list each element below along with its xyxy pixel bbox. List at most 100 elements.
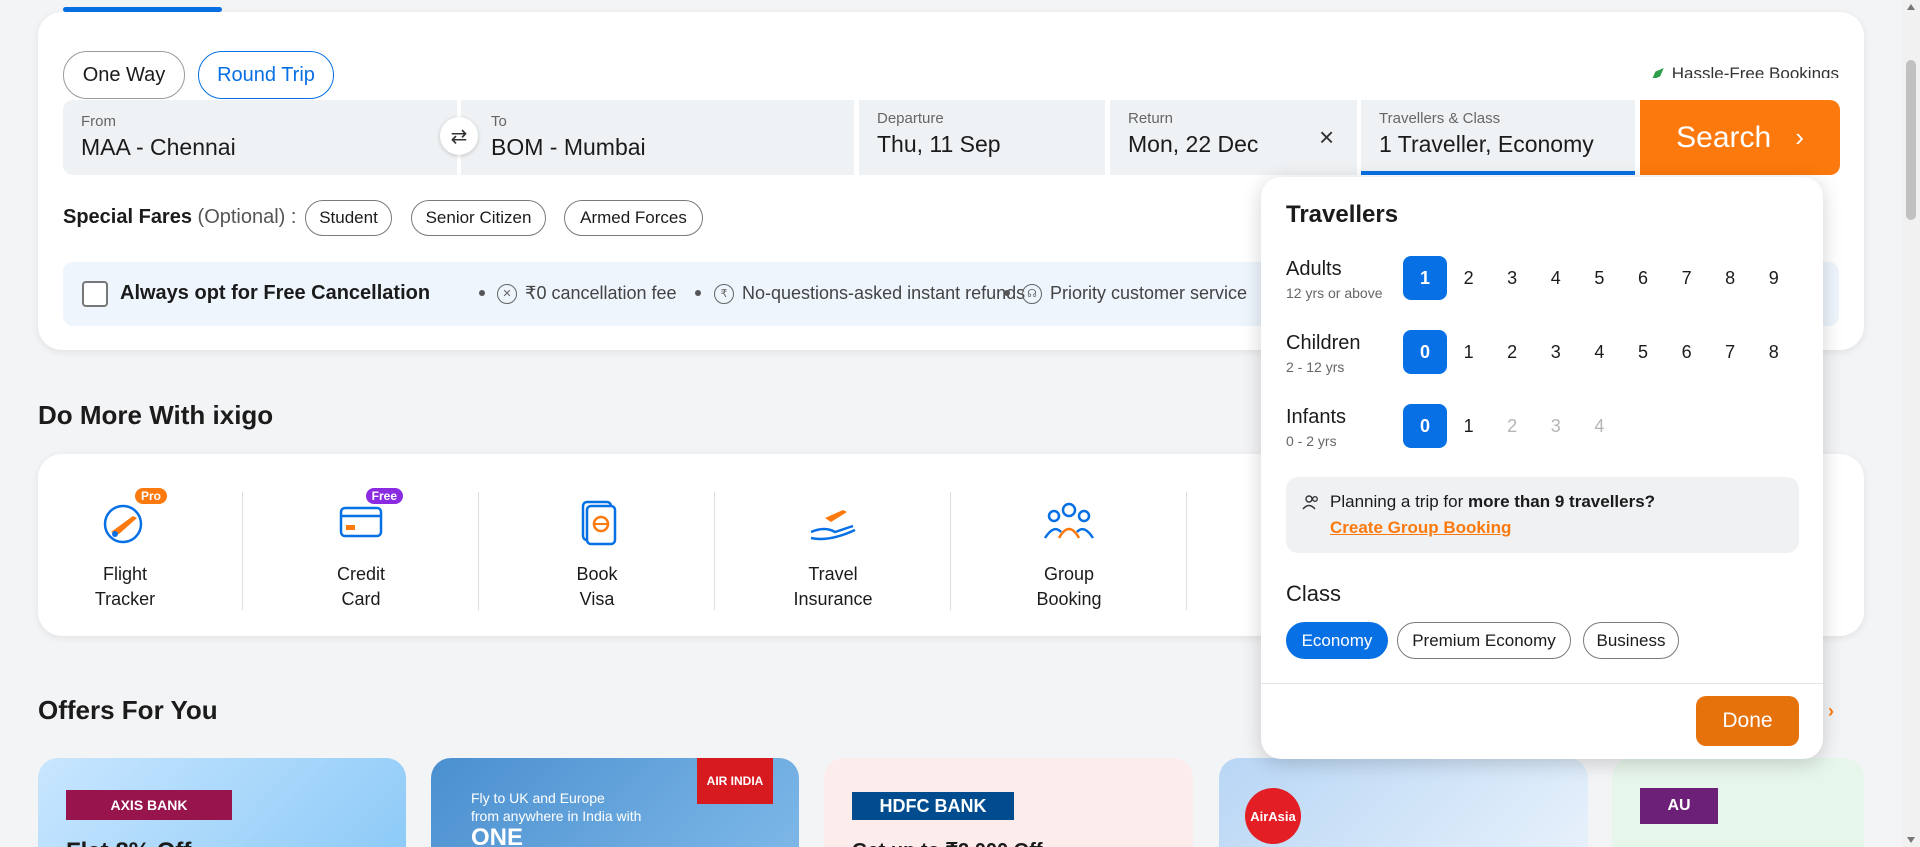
adults-option-7[interactable]: 7 (1665, 256, 1709, 300)
flight-tracker-item[interactable]: Pro Flight Tracker (45, 488, 205, 612)
dm-label-line1: Travel (808, 564, 858, 584)
group-text-prefix: Planning a trip for (1330, 492, 1468, 511)
book-visa-item[interactable]: Book Visa (517, 494, 677, 612)
leaf-icon (1651, 68, 1664, 78)
children-option-4[interactable]: 4 (1577, 330, 1621, 374)
infants-option-0[interactable]: 0 (1403, 404, 1447, 448)
scrollbar[interactable] (1902, 0, 1920, 847)
adults-option-9[interactable]: 9 (1752, 256, 1796, 300)
armed-forces-fare-chip[interactable]: Armed Forces (564, 200, 703, 236)
adults-option-6[interactable]: 6 (1621, 256, 1665, 300)
adults-option-4[interactable]: 4 (1534, 256, 1578, 300)
fc-item-fee: ✕ ₹0 cancellation fee (497, 283, 677, 304)
divider (1261, 683, 1823, 684)
clear-return-icon[interactable]: × (1319, 124, 1334, 150)
adults-option-8[interactable]: 8 (1708, 256, 1752, 300)
offer-card-hdfc[interactable]: HDFC BANK Get up to ₹2,000 Off (824, 758, 1193, 847)
children-option-1[interactable]: 1 (1447, 330, 1491, 374)
separator-dot (1004, 290, 1010, 296)
round-trip-button[interactable]: Round Trip (198, 51, 334, 99)
search-button[interactable]: Search › (1640, 100, 1840, 175)
chevron-right-icon: › (1828, 701, 1835, 721)
swap-icon[interactable]: ⇄ (440, 117, 478, 155)
adults-option-2[interactable]: 2 (1447, 256, 1491, 300)
departure-value[interactable]: Thu, 11 Sep (877, 131, 1001, 158)
dm-label-line2: Booking (1036, 589, 1102, 609)
offer-card-air-india[interactable]: AIR INDIA Fly to UK and Europe from anyw… (431, 758, 799, 847)
departure-label: Departure (877, 110, 944, 127)
scroll-up-arrow-icon[interactable] (1907, 4, 1915, 10)
special-fares-label: Special Fares (Optional) : (63, 206, 296, 229)
fc-item-refund: ₹ No-questions-asked instant refunds (714, 283, 1025, 304)
offer-text: Get up to ₹2,000 Off (852, 838, 1043, 847)
from-value[interactable]: MAA - Chennai (81, 134, 236, 161)
travellers-popup: Travellers Adults 12 yrs or above 123456… (1261, 177, 1823, 759)
scrollbar-thumb[interactable] (1906, 60, 1916, 220)
student-fare-chip[interactable]: Student (305, 200, 392, 236)
divider (478, 492, 479, 610)
adults-option-3[interactable]: 3 (1490, 256, 1534, 300)
return-value[interactable]: Mon, 22 Dec (1128, 131, 1258, 158)
group-booking-text: Planning a trip for more than 9 travelle… (1330, 492, 1655, 512)
flight-tracker-icon: Pro (97, 488, 167, 550)
travel-insurance-item[interactable]: Travel Insurance (753, 494, 913, 612)
to-field[interactable]: To BOM - Mumbai (461, 100, 854, 175)
children-option-8[interactable]: 8 (1752, 330, 1796, 374)
departure-field[interactable]: Departure Thu, 11 Sep (859, 100, 1105, 175)
free-cancellation-title: Always opt for Free Cancellation (120, 282, 431, 304)
fc-item-service: ☊ Priority customer service (1022, 283, 1247, 304)
to-value[interactable]: BOM - Mumbai (491, 134, 646, 161)
offer-card-axis[interactable]: AXIS BANK Flat 8% Off (38, 758, 406, 847)
infants-option-3: 3 (1550, 415, 1561, 436)
senior-citizen-fare-chip[interactable]: Senior Citizen (411, 200, 546, 236)
air-india-logo: AIR INDIA (697, 758, 773, 804)
fc-item-service-text: Priority customer service (1050, 283, 1248, 303)
special-fares-title: Special Fares (63, 206, 192, 228)
do-more-title: Do More With ixigo (38, 400, 274, 430)
children-option-2[interactable]: 2 (1490, 330, 1534, 374)
dm-label-line2: Tracker (94, 589, 156, 609)
credit-card-icon: Free (333, 488, 403, 550)
class-premium-economy-chip[interactable]: Premium Economy (1397, 622, 1571, 659)
infants-label: Infants (1286, 406, 1347, 428)
adults-option-5[interactable]: 5 (1577, 256, 1621, 300)
offer-card-au-bank[interactable]: AU (1612, 758, 1864, 847)
infants-option-1[interactable]: 1 (1447, 404, 1491, 448)
infants-option-2: 2 (1507, 415, 1518, 436)
scroll-down-arrow-icon[interactable] (1907, 837, 1915, 843)
travellers-class-field[interactable]: Travellers & Class 1 Traveller, Economy (1361, 100, 1635, 175)
adults-option-1[interactable]: 1 (1403, 256, 1447, 300)
fc-item-refund-text: No-questions-asked instant refunds (742, 283, 1026, 303)
airasia-logo: AirAsia (1245, 788, 1301, 844)
children-sub: 2 - 12 yrs (1286, 359, 1345, 375)
offer-text: Flat 8% Off (66, 838, 191, 847)
children-option-0[interactable]: 0 (1403, 330, 1447, 374)
divider (714, 492, 715, 610)
rupee-refund-icon: ₹ (714, 283, 734, 304)
special-fares-optional: (Optional) : (197, 206, 297, 228)
class-business-chip[interactable]: Business (1583, 622, 1679, 659)
free-cancellation-checkbox[interactable] (82, 281, 108, 307)
free-badge: Free (365, 488, 403, 504)
children-option-3[interactable]: 3 (1534, 330, 1578, 374)
one-way-button[interactable]: One Way (63, 51, 185, 99)
children-option-7[interactable]: 7 (1708, 330, 1752, 374)
children-option-5[interactable]: 5 (1621, 330, 1665, 374)
done-button[interactable]: Done (1696, 696, 1799, 746)
offers-title: Offers For You (38, 695, 218, 725)
create-group-booking-link[interactable]: Create Group Booking (1330, 518, 1511, 538)
insurance-icon (805, 494, 861, 550)
people-icon (1302, 495, 1318, 510)
travellers-value[interactable]: 1 Traveller, Economy (1379, 131, 1594, 158)
credit-card-item[interactable]: Free Credit Card (281, 488, 441, 612)
return-label: Return (1128, 110, 1174, 127)
hdfc-bank-logo: HDFC BANK (852, 792, 1014, 820)
class-economy-chip[interactable]: Economy (1286, 622, 1388, 659)
dm-label-line1: Credit (336, 564, 385, 584)
travellers-label: Travellers & Class (1379, 110, 1501, 127)
group-booking-item[interactable]: Group Booking (989, 494, 1149, 612)
offer-card-airasia[interactable]: AirAsia (1219, 758, 1588, 847)
children-option-6[interactable]: 6 (1665, 330, 1709, 374)
from-field[interactable]: From MAA - Chennai (63, 100, 457, 175)
divider (242, 492, 243, 610)
